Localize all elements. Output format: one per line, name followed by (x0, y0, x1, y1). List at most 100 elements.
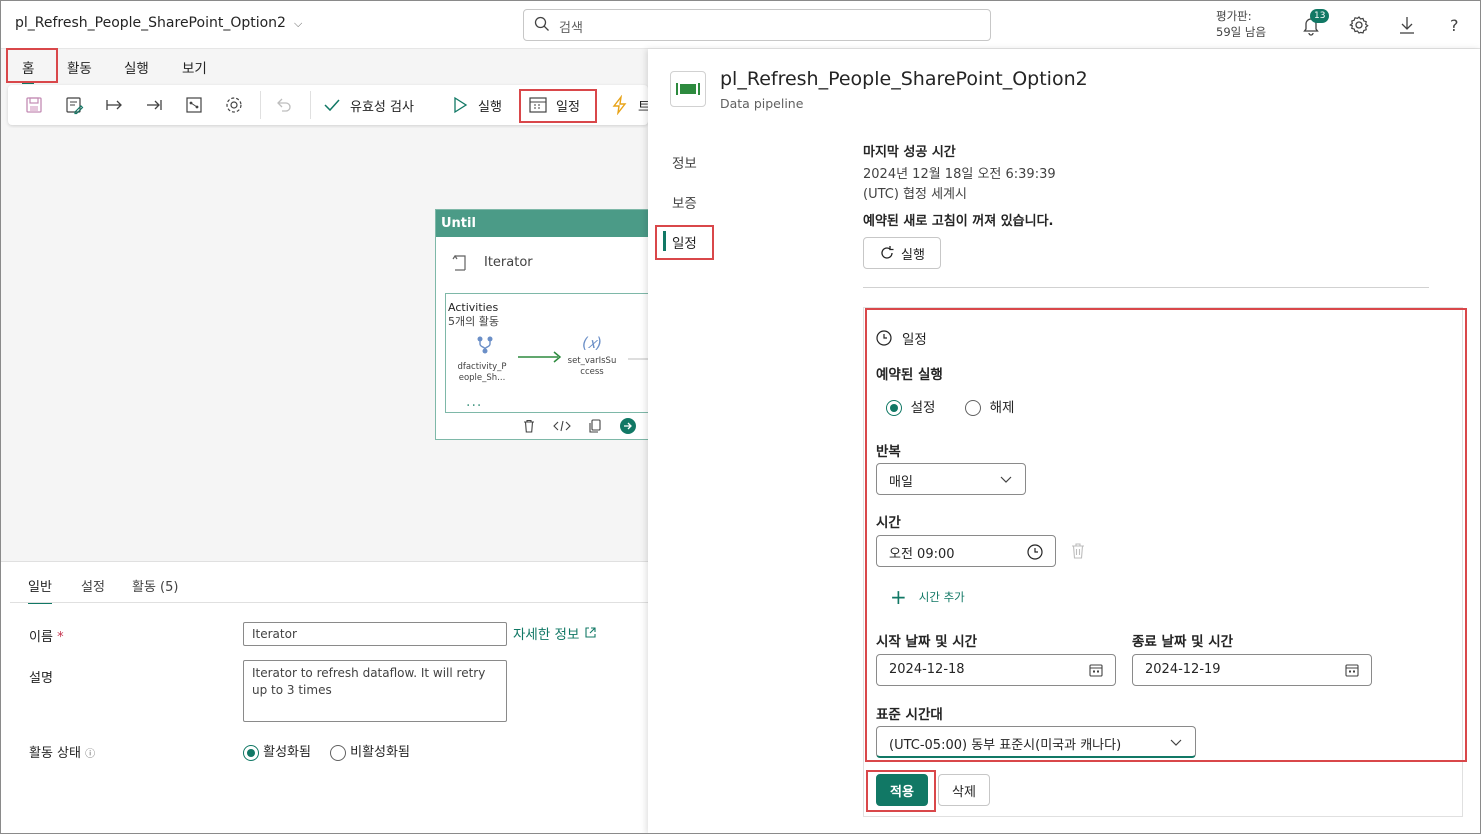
run-button[interactable]: 실행 (450, 95, 502, 115)
panel-subtitle: Data pipeline (720, 96, 804, 111)
timezone-dropdown[interactable]: (UTC-05:00) 동부 표준시(미국과 캐나다) (876, 726, 1196, 758)
schedule-on-radio[interactable]: 설정 (886, 396, 935, 416)
tab-settings[interactable]: 설정 (81, 576, 105, 595)
save-button[interactable] (24, 95, 44, 115)
add-time-label: 시간 추가 (918, 590, 965, 604)
activities-container[interactable]: Activities 5개의 활동 dfactivity_P eople_Sh..… (445, 293, 650, 413)
workspace-item-title[interactable]: pl_Refresh_People_SharePoint_Option2 ⌵ (15, 15, 302, 31)
settings-button[interactable] (224, 95, 244, 115)
end-date-picker[interactable]: 2024-12-19 (1132, 654, 1372, 686)
undo-button[interactable] (274, 95, 294, 115)
item-title-text: pl_Refresh_People_SharePoint_Option2 (15, 15, 286, 31)
schedule-header: 일정 (876, 328, 927, 348)
repeat-dropdown[interactable]: 매일 (876, 463, 1026, 495)
start-date-picker[interactable]: 2024-12-18 (876, 654, 1116, 686)
dataflow-icon[interactable] (474, 334, 496, 356)
act1-line2: eople_Sh... (458, 373, 506, 383)
calendar-icon (529, 97, 547, 113)
delete-time-icon[interactable] (1070, 542, 1086, 560)
time-picker[interactable]: 오전 09:00 (876, 535, 1056, 567)
repeat-label: 반복 (876, 444, 901, 460)
set-variable-activity-label[interactable]: set_varIsSu ccess (566, 356, 618, 378)
undo-icon (277, 98, 291, 112)
state-active-radio[interactable]: 활성화됨 (243, 741, 311, 761)
schedule-button[interactable]: 일정 (528, 95, 580, 115)
arrow-right-bar-icon (106, 100, 122, 110)
delete-label: 삭제 (952, 784, 976, 800)
connector-line (628, 358, 650, 360)
auto-layout-button[interactable] (184, 95, 204, 115)
save-icon (26, 97, 42, 113)
refresh-off-message: 예약된 새로 고침이 꺼져 있습니다. (863, 214, 1054, 229)
save-as-button[interactable] (64, 95, 84, 115)
nav-schedule[interactable]: 일정 (672, 232, 697, 252)
act2-line1: set_varIsSu (567, 356, 617, 366)
add-time-button[interactable]: + 시간 추가 (890, 587, 965, 607)
loop-icon (452, 254, 466, 271)
top-bar: pl_Refresh_People_SharePoint_Option2 ⌵ 검색… (0, 0, 1481, 49)
iterator-row: Iterator (450, 252, 533, 272)
apply-button[interactable]: 적용 (876, 774, 928, 806)
delete-button[interactable]: 삭제 (938, 774, 990, 806)
activities-count: 5개의 활동 (448, 315, 499, 328)
last-success-label: 마지막 성공 시간 (863, 145, 956, 160)
clock-icon (1027, 544, 1043, 560)
move-end-button[interactable] (144, 95, 164, 115)
more-info-text: 자세한 정보 (513, 627, 580, 643)
tab-general[interactable]: 일반 (28, 576, 52, 604)
tab-view[interactable]: 보기 (182, 57, 207, 77)
name-input[interactable]: Iterator (243, 622, 507, 646)
search-icon (534, 16, 549, 31)
move-right-button[interactable] (104, 95, 124, 115)
download-icon[interactable] (1396, 14, 1418, 36)
repeat-value: 매일 (889, 475, 913, 490)
state-inactive-radio[interactable]: 비활성화됨 (330, 741, 410, 761)
trial-label: 평가판: (1216, 9, 1252, 23)
search-input[interactable]: 검색 (523, 9, 991, 41)
tab-home[interactable]: 홈 (22, 57, 35, 84)
timezone-label: 표준 시간대 (876, 707, 943, 723)
properties-panel: 일반 설정 활동 (5) 이름 * Iterator 자세한 정보 설명 Ite… (0, 561, 648, 834)
state-active-label: 활성화됨 (263, 745, 311, 760)
tab-activities-count[interactable]: 활동 (5) (132, 576, 178, 595)
variable-icon[interactable]: (𝑥) (582, 334, 602, 352)
schedule-on-label: 설정 (910, 400, 936, 416)
radio-on-indicator (243, 744, 259, 761)
arrow-forward-circle-icon[interactable] (619, 417, 637, 435)
copy-icon[interactable] (587, 418, 603, 434)
schedule-off-radio[interactable]: 해제 (965, 396, 1014, 416)
utc-note: (UTC) 협정 세계시 (863, 187, 967, 202)
tab-activities[interactable]: 활동 (67, 57, 92, 77)
trigger-button[interactable]: 트 (610, 95, 650, 115)
nav-endorsement[interactable]: 보증 (672, 192, 697, 212)
apply-label: 적용 (890, 784, 914, 800)
last-success-value: 2024년 12월 18일 오전 6:39:39 (863, 167, 1056, 182)
timezone-value: (UTC-05:00) 동부 표준시(미국과 캐나다) (889, 738, 1122, 753)
notification-badge: 13 (1310, 9, 1330, 23)
start-date-label: 시작 날짜 및 시간 (876, 634, 978, 650)
end-date-value: 2024-12-19 (1145, 662, 1221, 677)
schedule-off-label: 해제 (989, 400, 1015, 416)
more-activities[interactable]: ... (466, 394, 482, 410)
start-date-value: 2024-12-18 (889, 662, 965, 677)
schedule-section: 일정 예약된 실행 설정 해제 반복 매일 시간 오전 09:00 + 시간 추… (863, 307, 1463, 817)
delete-icon[interactable] (521, 418, 537, 434)
nav-about[interactable]: 정보 (672, 152, 697, 172)
activity-state-text: 활동 상태 (29, 746, 81, 761)
gear-icon[interactable] (1348, 14, 1370, 36)
validate-button[interactable]: 유효성 검사 (322, 95, 414, 115)
description-textarea[interactable]: Iterator to refresh dataflow. It will re… (243, 660, 507, 722)
info-icon[interactable]: ⓘ (85, 749, 95, 760)
more-info-link[interactable]: 자세한 정보 (513, 623, 597, 643)
run-now-button[interactable]: 실행 (863, 237, 941, 269)
settings-panel: pl_Refresh_People_SharePoint_Option2 Dat… (648, 49, 1481, 834)
tab-run[interactable]: 실행 (124, 57, 149, 77)
trial-status[interactable]: 평가판: 59일 남음 (1216, 8, 1266, 40)
act1-line1: dfactivity_P (457, 362, 507, 372)
ribbon-toolbar: 유효성 검사 실행 일정 트 (8, 85, 650, 125)
code-icon[interactable] (553, 418, 571, 434)
nav-active-indicator (663, 231, 666, 251)
until-activity[interactable]: Until Iterator Activities 5개의 활동 dfactiv… (435, 209, 650, 440)
dataflow-activity-label[interactable]: dfactivity_P eople_Sh... (456, 362, 508, 384)
help-icon[interactable]: ? (1444, 14, 1466, 36)
